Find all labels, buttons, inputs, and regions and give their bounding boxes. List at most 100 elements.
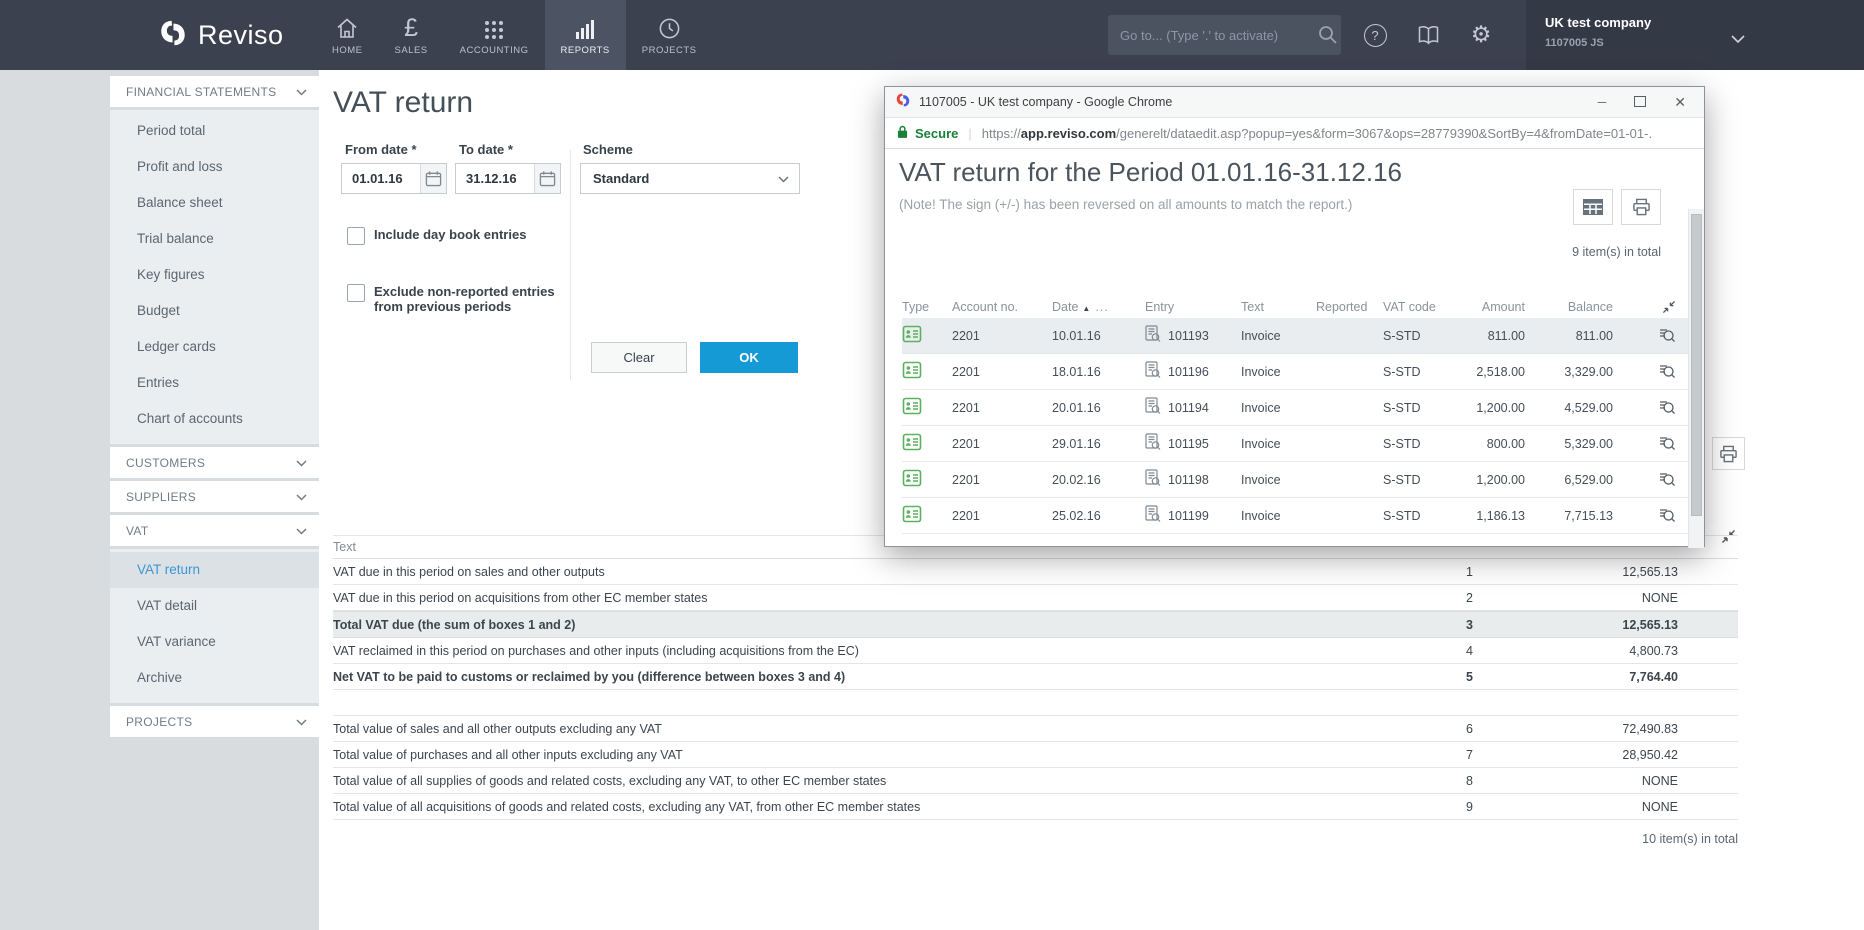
amount[interactable]: 7,764.40 bbox=[1473, 670, 1678, 684]
company-menu[interactable]: UK test company 1107005 JS bbox=[1526, 0, 1864, 70]
page-url: https://app.reviso.com/generelt/dataedit… bbox=[982, 126, 1652, 141]
box-number: 8 bbox=[1413, 774, 1473, 788]
chevron-down-icon bbox=[296, 456, 307, 470]
sidebar-section-financial-statements[interactable]: FINANCIAL STATEMENTS bbox=[110, 76, 319, 107]
from-date-input[interactable] bbox=[342, 164, 420, 193]
amount[interactable]: 12,565.13 bbox=[1473, 618, 1678, 632]
nav-item-sales[interactable]: £ SALES bbox=[379, 0, 444, 70]
minimize-button[interactable]: ─ bbox=[1598, 96, 1607, 108]
print-button[interactable] bbox=[1621, 189, 1661, 225]
to-date-input[interactable] bbox=[456, 164, 534, 193]
address-bar[interactable]: Secure | https://app.reviso.com/generelt… bbox=[885, 118, 1704, 149]
col-account[interactable]: Account no. bbox=[952, 300, 1052, 314]
settings-gear-icon[interactable]: ⚙ bbox=[1468, 22, 1494, 48]
col-vat-code[interactable]: VAT code bbox=[1383, 300, 1455, 314]
help-icon[interactable]: ? bbox=[1362, 22, 1388, 48]
sidebar-section-customers[interactable]: CUSTOMERS bbox=[110, 447, 319, 478]
table-view-button[interactable] bbox=[1573, 189, 1613, 225]
entry-number[interactable]: 101196 bbox=[1168, 365, 1209, 379]
calendar-icon[interactable] bbox=[420, 164, 446, 193]
col-amount[interactable]: Amount bbox=[1455, 300, 1525, 314]
col-date[interactable]: Date▲... bbox=[1052, 300, 1145, 314]
amount[interactable]: NONE bbox=[1473, 800, 1678, 814]
popup-titlebar[interactable]: 1107005 - UK test company - Google Chrom… bbox=[885, 87, 1704, 118]
invoice-type-icon bbox=[902, 432, 952, 455]
favicon-icon bbox=[895, 92, 911, 113]
reviso-logo[interactable]: Reviso bbox=[158, 0, 284, 70]
print-button[interactable] bbox=[1712, 437, 1745, 470]
sidebar-item-archive[interactable]: Archive bbox=[110, 660, 319, 696]
sidebar-item-key-figures[interactable]: Key figures bbox=[110, 257, 319, 293]
popup-scrollbar[interactable] bbox=[1688, 209, 1704, 548]
popup-window: 1107005 - UK test company - Google Chrom… bbox=[884, 86, 1705, 547]
inspect-entry-icon[interactable] bbox=[1613, 363, 1682, 381]
entry-row[interactable]: 2201 25.02.16 101199 Invoice S-STD 1,186… bbox=[902, 498, 1692, 534]
search-input[interactable] bbox=[1108, 28, 1315, 43]
inspect-entry-icon[interactable] bbox=[1613, 327, 1682, 345]
nav-item-projects[interactable]: PROJECTS bbox=[626, 0, 713, 70]
entry-number[interactable]: 101199 bbox=[1168, 509, 1209, 523]
sidebar-item-chart-of-accounts[interactable]: Chart of accounts bbox=[110, 401, 319, 437]
inspect-entry-icon[interactable] bbox=[1613, 471, 1682, 489]
sidebar-item-period-total[interactable]: Period total bbox=[110, 113, 319, 149]
box-number: 4 bbox=[1413, 644, 1473, 658]
inspect-entry-icon[interactable] bbox=[1613, 507, 1682, 525]
report-items-total: 10 item(s) in total bbox=[333, 820, 1738, 858]
amount[interactable]: 4,800.73 bbox=[1473, 644, 1678, 658]
entry-row[interactable]: 2201 20.01.16 101194 Invoice S-STD 1,200… bbox=[902, 390, 1692, 426]
calendar-icon[interactable] bbox=[534, 164, 560, 193]
scrollbar-thumb[interactable] bbox=[1691, 214, 1702, 516]
sidebar-section-vat[interactable]: VAT bbox=[110, 515, 319, 546]
exclude-nonreported-checkbox[interactable]: Exclude non-reported entries from previo… bbox=[347, 284, 574, 314]
amount[interactable]: 12,565.13 bbox=[1473, 565, 1678, 579]
maximize-button[interactable] bbox=[1634, 96, 1646, 109]
inspect-entry-icon[interactable] bbox=[1613, 435, 1682, 453]
col-text[interactable]: Text bbox=[1241, 300, 1316, 314]
entry-row[interactable]: 2201 10.01.16 101193 Invoice S-STD 811.0… bbox=[902, 318, 1692, 354]
inspect-entry-icon[interactable] bbox=[1613, 399, 1682, 417]
entry-number[interactable]: 101195 bbox=[1168, 437, 1209, 451]
col-entry[interactable]: Entry bbox=[1145, 300, 1241, 314]
nav-item-accounting[interactable]: ACCOUNTING bbox=[444, 0, 545, 70]
clear-button[interactable]: Clear bbox=[591, 342, 687, 373]
sidebar-section-suppliers[interactable]: SUPPLIERS bbox=[110, 481, 319, 512]
col-type[interactable]: Type bbox=[902, 300, 952, 314]
sidebar-item-vat-variance[interactable]: VAT variance bbox=[110, 624, 319, 660]
amount[interactable]: NONE bbox=[1473, 774, 1678, 788]
entry-row[interactable]: 2201 20.02.16 101198 Invoice S-STD 1,200… bbox=[902, 462, 1692, 498]
include-daybook-checkbox[interactable]: Include day book entries bbox=[347, 227, 526, 245]
sidebar-item-budget[interactable]: Budget bbox=[110, 293, 319, 329]
scheme-label: Scheme bbox=[583, 142, 633, 157]
sidebar-item-entries[interactable]: Entries bbox=[110, 365, 319, 401]
scheme-select[interactable]: Standard bbox=[580, 163, 800, 194]
sidebar-item-vat-return[interactable]: VAT return bbox=[110, 552, 319, 588]
sidebar-item-balance-sheet[interactable]: Balance sheet bbox=[110, 185, 319, 221]
entry-row[interactable]: 2201 29.01.16 101195 Invoice S-STD 800.0… bbox=[902, 426, 1692, 462]
col-balance[interactable]: Balance bbox=[1525, 300, 1613, 314]
sidebar-section-projects[interactable]: PROJECTS bbox=[110, 706, 319, 737]
collapse-table-icon[interactable] bbox=[1613, 300, 1682, 314]
sidebar-item-profit-and-loss[interactable]: Profit and loss bbox=[110, 149, 319, 185]
amount[interactable]: NONE bbox=[1473, 591, 1678, 605]
book-icon[interactable] bbox=[1415, 22, 1441, 48]
search-icon[interactable] bbox=[1315, 22, 1341, 48]
close-button[interactable]: ✕ bbox=[1674, 96, 1686, 108]
ok-button[interactable]: OK bbox=[700, 342, 798, 373]
financial-statements-items: Period total Profit and loss Balance she… bbox=[110, 110, 319, 444]
entry-number[interactable]: 101198 bbox=[1168, 473, 1209, 487]
amount[interactable]: 72,490.83 bbox=[1473, 722, 1678, 736]
sidebar-item-vat-detail[interactable]: VAT detail bbox=[110, 588, 319, 624]
entry-number[interactable]: 101194 bbox=[1168, 401, 1209, 415]
nav-item-reports[interactable]: REPORTS bbox=[545, 0, 626, 70]
to-date-field bbox=[455, 163, 561, 194]
sidebar-item-ledger-cards[interactable]: Ledger cards bbox=[110, 329, 319, 365]
entry-row[interactable]: 2201 18.01.16 101196 Invoice S-STD 2,518… bbox=[902, 354, 1692, 390]
entry-number[interactable]: 101193 bbox=[1168, 329, 1209, 343]
clock-icon bbox=[658, 14, 681, 40]
nav-item-home[interactable]: HOME bbox=[316, 0, 379, 70]
chevron-down-icon bbox=[296, 490, 307, 504]
sidebar-item-trial-balance[interactable]: Trial balance bbox=[110, 221, 319, 257]
amount[interactable]: 28,950.42 bbox=[1473, 748, 1678, 762]
chevron-down-icon bbox=[296, 715, 307, 729]
col-reported[interactable]: Reported bbox=[1316, 300, 1383, 314]
